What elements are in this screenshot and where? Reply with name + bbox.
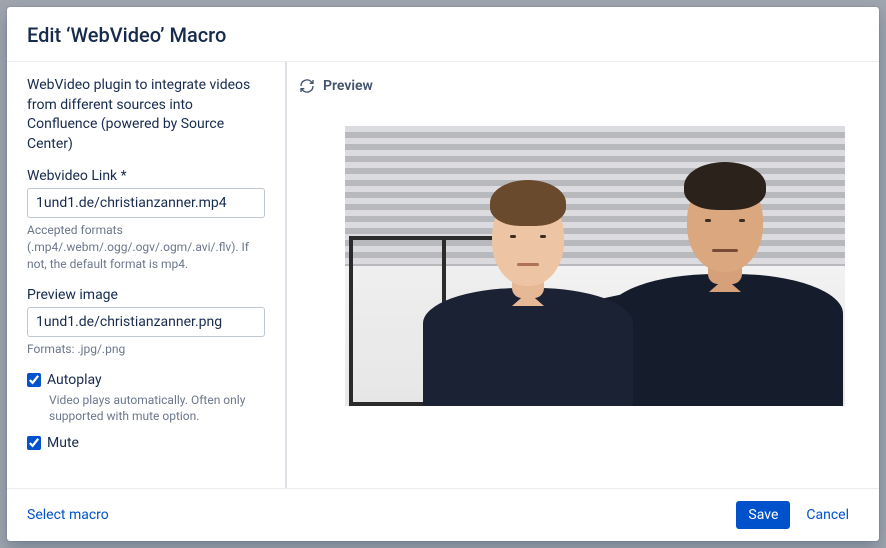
dialog-footer: Select macro Save Cancel: [7, 489, 879, 541]
preview-panel: Preview: [287, 62, 879, 488]
preview-image-label: Preview image: [27, 287, 265, 303]
webvideo-link-label: Webvideo Link *: [27, 168, 265, 184]
select-macro-button[interactable]: Select macro: [27, 501, 109, 529]
preview-image-input[interactable]: [27, 307, 265, 337]
dialog-header: Edit ‘WebVideo’ Macro: [7, 7, 879, 61]
plugin-description: WebVideo plugin to integrate videos from…: [27, 76, 265, 154]
dialog-title: Edit ‘WebVideo’ Macro: [27, 23, 859, 47]
dialog-body: WebVideo plugin to integrate videos from…: [7, 61, 879, 489]
mute-checkbox[interactable]: [27, 436, 41, 450]
save-button[interactable]: Save: [736, 501, 790, 529]
preview-image: [345, 126, 845, 406]
autoplay-label: Autoplay: [47, 372, 102, 388]
autoplay-row: Autoplay: [27, 372, 265, 388]
preview-area: [299, 106, 871, 472]
preview-title: Preview: [323, 78, 373, 94]
webvideo-link-input[interactable]: [27, 188, 265, 218]
preview-header: Preview: [299, 78, 871, 94]
macro-edit-dialog: Edit ‘WebVideo’ Macro WebVideo plugin to…: [7, 7, 879, 541]
refresh-icon[interactable]: [299, 78, 315, 94]
webvideo-link-hint: Accepted formats (.mp4/.webm/.ogg/.ogv/.…: [27, 222, 265, 272]
preview-image-hint: Formats: .jpg/.png: [27, 341, 265, 358]
cancel-button[interactable]: Cancel: [796, 501, 859, 529]
autoplay-checkbox[interactable]: [27, 373, 41, 387]
macro-params-panel[interactable]: WebVideo plugin to integrate videos from…: [7, 62, 287, 488]
mute-label: Mute: [47, 435, 79, 451]
mute-row: Mute: [27, 435, 265, 451]
autoplay-hint: Video plays automatically. Often only su…: [49, 392, 265, 426]
